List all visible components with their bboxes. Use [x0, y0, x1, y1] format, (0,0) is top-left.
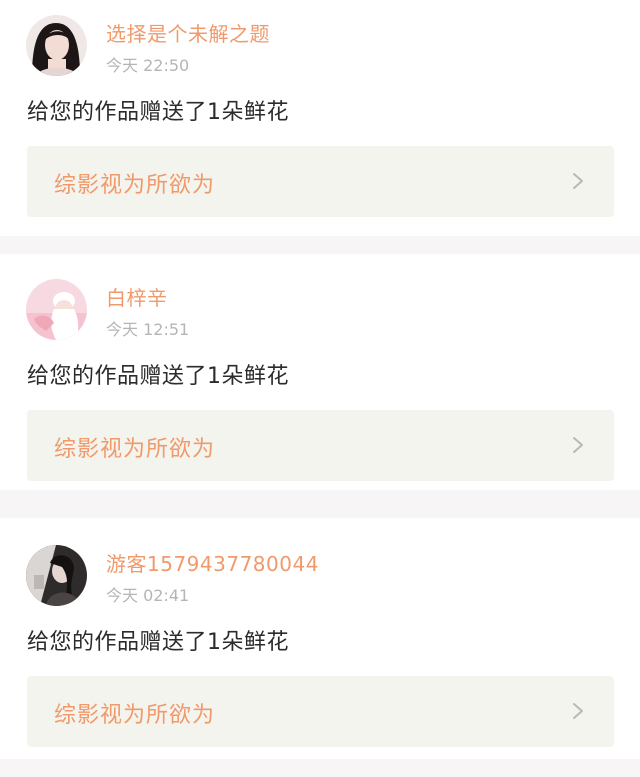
avatar-pink-cap-girl-icon	[26, 279, 87, 340]
avatar[interactable]	[26, 545, 87, 606]
chevron-right-icon	[573, 173, 583, 189]
divider	[0, 490, 640, 518]
work-title: 综影视为所欲为	[54, 437, 216, 462]
work-title: 综影视为所欲为	[54, 703, 216, 728]
chevron-right-icon	[573, 703, 583, 719]
user-name[interactable]: 选择是个未解之题	[106, 18, 270, 47]
notification-feed: 选择是个未解之题 今天 22:50 给您的作品赠送了1朵鲜花 综影视为所欲为 白…	[0, 0, 640, 759]
avatar[interactable]	[26, 15, 87, 76]
notification-card: 游客1579437780044 今天 02:41 给您的作品赠送了1朵鲜花 综影…	[0, 518, 640, 759]
work-link[interactable]: 综影视为所欲为	[27, 676, 614, 747]
work-link[interactable]: 综影视为所欲为	[27, 410, 614, 481]
timestamp: 今天 02:41	[106, 586, 190, 605]
divider	[0, 236, 640, 254]
avatar[interactable]	[26, 279, 87, 340]
notification-card: 选择是个未解之题 今天 22:50 给您的作品赠送了1朵鲜花 综影视为所欲为	[0, 0, 640, 236]
user-name[interactable]: 白梓辛	[106, 282, 168, 311]
gift-message: 给您的作品赠送了1朵鲜花	[27, 100, 289, 125]
work-link[interactable]: 综影视为所欲为	[27, 146, 614, 217]
timestamp: 今天 12:51	[106, 320, 190, 339]
work-title: 综影视为所欲为	[54, 173, 216, 198]
avatar-dark-photo-icon	[26, 545, 87, 606]
gift-message: 给您的作品赠送了1朵鲜花	[27, 630, 289, 655]
user-name[interactable]: 游客1579437780044	[106, 548, 319, 577]
timestamp: 今天 22:50	[106, 56, 190, 75]
gift-message: 给您的作品赠送了1朵鲜花	[27, 364, 289, 389]
chevron-right-icon	[573, 437, 583, 453]
avatar-dark-hair-girl-icon	[26, 15, 87, 76]
notification-card: 白梓辛 今天 12:51 给您的作品赠送了1朵鲜花 综影视为所欲为	[0, 254, 640, 490]
